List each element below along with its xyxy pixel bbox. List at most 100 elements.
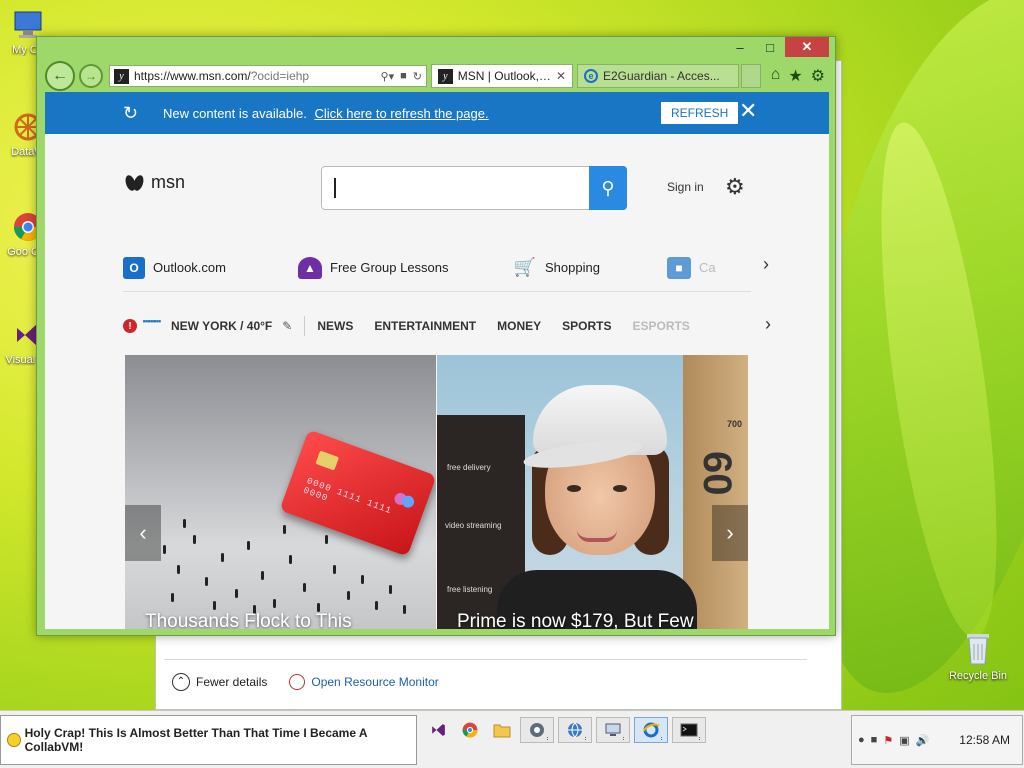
story-caption[interactable]: Prime is now $179, But Few [457, 611, 694, 629]
tab-e2guardian[interactable]: e E2Guardian - Acces... [577, 64, 739, 88]
eye-left [567, 485, 581, 492]
box-text: free listening [447, 585, 493, 594]
quick-links-bar: O Outlook.com ▲ Free Group Lessons 🛒 Sho… [123, 244, 751, 292]
address-bar-icons: ⚲▾ ■ ↻ [381, 70, 422, 83]
taskbar-internet-explorer[interactable] [634, 717, 668, 743]
globe-icon [568, 722, 582, 738]
carousel-prev-button[interactable]: ‹ [125, 505, 161, 561]
msn-logo[interactable]: msn [125, 172, 185, 193]
taskbar-group-1[interactable] [520, 717, 554, 743]
home-icon[interactable]: ⌂ [771, 66, 781, 86]
quick-link-label: Free Group Lessons [330, 260, 449, 275]
shield-warning-icon[interactable]: ⚑ [883, 734, 893, 747]
quick-link-cars[interactable]: ■ Ca [667, 256, 716, 279]
edit-pencil-icon[interactable]: ✎ [282, 319, 292, 333]
address-bar[interactable]: y https://www.msn.com/?ocid=iehp ⚲▾ ■ ↻ [109, 65, 427, 87]
taskbar-group-2[interactable] [558, 717, 592, 743]
refresh-button[interactable]: REFRESH [661, 102, 739, 124]
window-controls: – □ ✕ [725, 37, 829, 59]
nav-news[interactable]: NEWS [317, 319, 353, 333]
collabvm-banner: Holy Crap! This Is Almost Better Than Th… [0, 715, 417, 765]
chevron-up-icon: ⌃ [172, 672, 190, 691]
weather-location[interactable]: NEW YORK / 40°F [171, 319, 272, 333]
msn-settings-gear-icon[interactable]: ⚙ [725, 174, 745, 200]
system-tray: ● ■ ⚑ ▣ 🔊 12:58 AM [851, 715, 1023, 765]
search-icon: ⚲ [601, 177, 615, 198]
news-nav-next-icon[interactable]: › [765, 314, 771, 335]
page-content: ↻ New content is available. Click here t… [45, 92, 829, 629]
address-url[interactable]: https://www.msn.com/?ocid=iehp [134, 69, 376, 83]
folder-icon [493, 724, 511, 738]
tab-close-icon[interactable]: ✕ [556, 69, 566, 83]
lock-icon[interactable]: ■ [400, 70, 407, 83]
close-notification-icon[interactable]: ✕ [739, 98, 757, 124]
taskbar-command-prompt[interactable] [672, 717, 706, 743]
close-button[interactable]: ✕ [785, 37, 829, 57]
reload-icon[interactable]: ↻ [413, 70, 422, 83]
minimize-button[interactable]: – [725, 37, 755, 57]
settings-gear-icon[interactable]: ⚙ [811, 66, 825, 86]
navigation-bar: ← → y https://www.msn.com/?ocid=iehp ⚲▾ … [45, 61, 829, 91]
open-resource-monitor-link[interactable]: Open Resource Monitor [289, 673, 439, 690]
box-text: 700 [727, 419, 743, 429]
quick-link-free-group-lessons[interactable]: ▲ Free Group Lessons [298, 256, 449, 279]
nav-sports[interactable]: SPORTS [562, 319, 611, 333]
story-tile-credit-card[interactable]: 0000 1111 1111 0000 Thousands Flock to T… [125, 355, 436, 629]
quick-links-next-icon[interactable]: › [763, 254, 769, 275]
tab-label: E2Guardian - Acces... [603, 69, 720, 83]
sign-in-link[interactable]: Sign in [667, 180, 704, 194]
box-number: 60 [695, 451, 739, 496]
story-caption[interactable]: Thousands Flock to This [145, 611, 352, 629]
sync-icon[interactable]: ● [858, 734, 865, 746]
refresh-page-link[interactable]: Click here to refresh the page. [314, 106, 488, 121]
msn-butterfly-icon [125, 173, 145, 193]
stop-icon[interactable]: ■ [871, 734, 878, 746]
box-text: free delivery [447, 463, 491, 472]
weather-alert-icon[interactable]: ! [123, 319, 137, 333]
nav-esports[interactable]: ESPORTS [632, 319, 689, 333]
story-carousel: 0000 1111 1111 0000 Thousands Flock to T… [125, 355, 748, 629]
network-tray-icon[interactable]: ▣ [899, 734, 909, 747]
recycle-bin-label: Recycle Bin [948, 670, 1008, 682]
eye-right [613, 485, 627, 492]
fewer-details-button[interactable]: ⌃ Fewer details [172, 672, 268, 691]
nav-entertainment[interactable]: ENTERTAINMENT [374, 319, 476, 333]
taskbar-visual-studio[interactable] [424, 717, 452, 743]
tab-msn[interactable]: y MSN | Outlook, ... ✕ [431, 64, 573, 88]
favorites-star-icon[interactable]: ★ [788, 66, 802, 86]
story-tile-prime[interactable]: free delivery video streaming free liste… [437, 355, 748, 629]
search-dropdown-icon[interactable]: ⚲▾ [381, 70, 395, 83]
forward-button[interactable]: → [79, 64, 103, 88]
quick-link-shopping[interactable]: 🛒 Shopping [513, 257, 600, 279]
quick-link-label: Outlook.com [153, 260, 226, 275]
taskbar: Holy Crap! This Is Almost Better Than Th… [0, 710, 1024, 768]
carousel-next-button[interactable]: › [712, 505, 748, 561]
taskbar-chrome[interactable] [456, 717, 484, 743]
msn-favicon-icon: y [438, 68, 453, 84]
internet-explorer-icon [643, 722, 660, 738]
maximize-button[interactable]: □ [755, 37, 785, 57]
back-button[interactable]: ← [45, 61, 75, 91]
clock[interactable]: 12:58 AM [959, 733, 1010, 747]
taskbar-group-3[interactable] [596, 717, 630, 743]
search-button[interactable]: ⚲ [589, 166, 627, 210]
ie-favicon-icon: e [584, 69, 598, 83]
box-image: 60 700 [683, 355, 748, 629]
outlook-icon: O [123, 256, 145, 279]
address-url-domain: https://www.msn.com/ [134, 69, 251, 83]
new-tab-button[interactable] [741, 64, 761, 88]
notification-message: New content is available. Click here to … [163, 106, 489, 121]
box-text: video streaming [445, 521, 502, 530]
visual-studio-icon [432, 724, 445, 736]
nav-money[interactable]: MONEY [497, 319, 541, 333]
desktop-icon-recycle-bin[interactable]: Recycle Bin [940, 628, 1016, 682]
back-arrow-icon: ← [52, 67, 68, 84]
smiley-icon [7, 733, 21, 747]
internet-explorer-window: – □ ✕ ← → y https://www.msn.com/?ocid=ie… [36, 36, 836, 636]
taskbar-file-explorer[interactable] [488, 717, 516, 743]
volume-icon[interactable]: 🔊 [916, 734, 930, 747]
fewer-details-label: Fewer details [196, 674, 268, 689]
new-content-notification: ↻ New content is available. Click here t… [45, 92, 829, 134]
quick-link-outlook[interactable]: O Outlook.com [123, 256, 226, 279]
search-box[interactable]: ⚲ [321, 166, 627, 210]
